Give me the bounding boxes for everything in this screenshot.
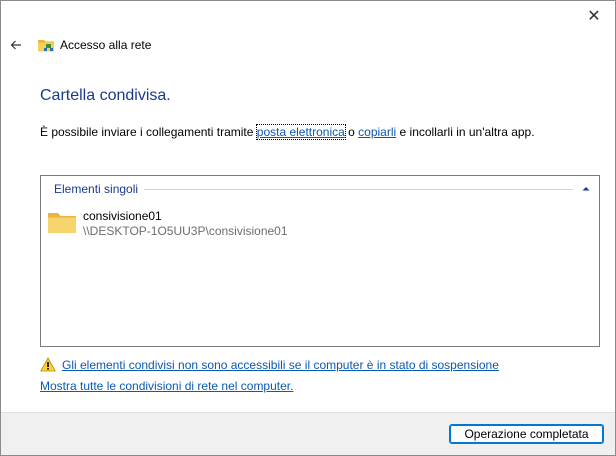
chevron-up-icon[interactable] (581, 184, 591, 194)
window-title: Accesso alla rete (60, 38, 152, 52)
close-button[interactable]: ✕ (579, 3, 609, 29)
list-item-text: consivisione01 \\DESKTOP-1O5UU3P\consivi… (83, 209, 288, 239)
group-divider (144, 188, 573, 190)
warning-icon (40, 357, 56, 372)
page-heading: Cartella condivisa. (40, 87, 171, 104)
folder-icon (48, 213, 76, 233)
dialog-footer: Operazione completata (1, 412, 615, 455)
description-middle: o (344, 125, 359, 139)
description-suffix: e incollarli in un'altra app. (396, 125, 535, 139)
item-name: consivisione01 (83, 209, 162, 223)
email-link[interactable]: posta elettronica (255, 124, 346, 140)
network-access-dialog: ✕ Accesso alla rete Cartella condivisa. … (0, 0, 616, 456)
sleep-warning-link[interactable]: Gli elementi condivisi non sono accessib… (62, 358, 499, 372)
close-icon: ✕ (587, 8, 601, 25)
network-folder-icon (38, 40, 54, 52)
back-button[interactable] (6, 35, 26, 55)
show-all-shares-link[interactable]: Mostra tutte le condivisioni di rete nel… (40, 379, 293, 393)
description: È possibile inviare i collegamenti trami… (40, 124, 535, 140)
group-label: Elementi singoli (54, 182, 139, 196)
list-item[interactable]: consivisione01 \\DESKTOP-1O5UU3P\consivi… (47, 209, 288, 239)
back-arrow-icon (10, 40, 21, 50)
shared-items-list[interactable]: Elementi singoli consivisione01 \\DESKTO… (40, 175, 600, 347)
item-path: \\DESKTOP-1O5UU3P\consivisione01 (83, 224, 288, 238)
description-prefix: È possibile inviare i collegamenti trami… (40, 125, 257, 139)
done-button[interactable]: Operazione completata (449, 424, 604, 444)
copy-link[interactable]: copiarli (358, 125, 396, 139)
group-header[interactable]: Elementi singoli (54, 182, 591, 196)
warning-row: Gli elementi condivisi non sono accessib… (40, 357, 499, 372)
